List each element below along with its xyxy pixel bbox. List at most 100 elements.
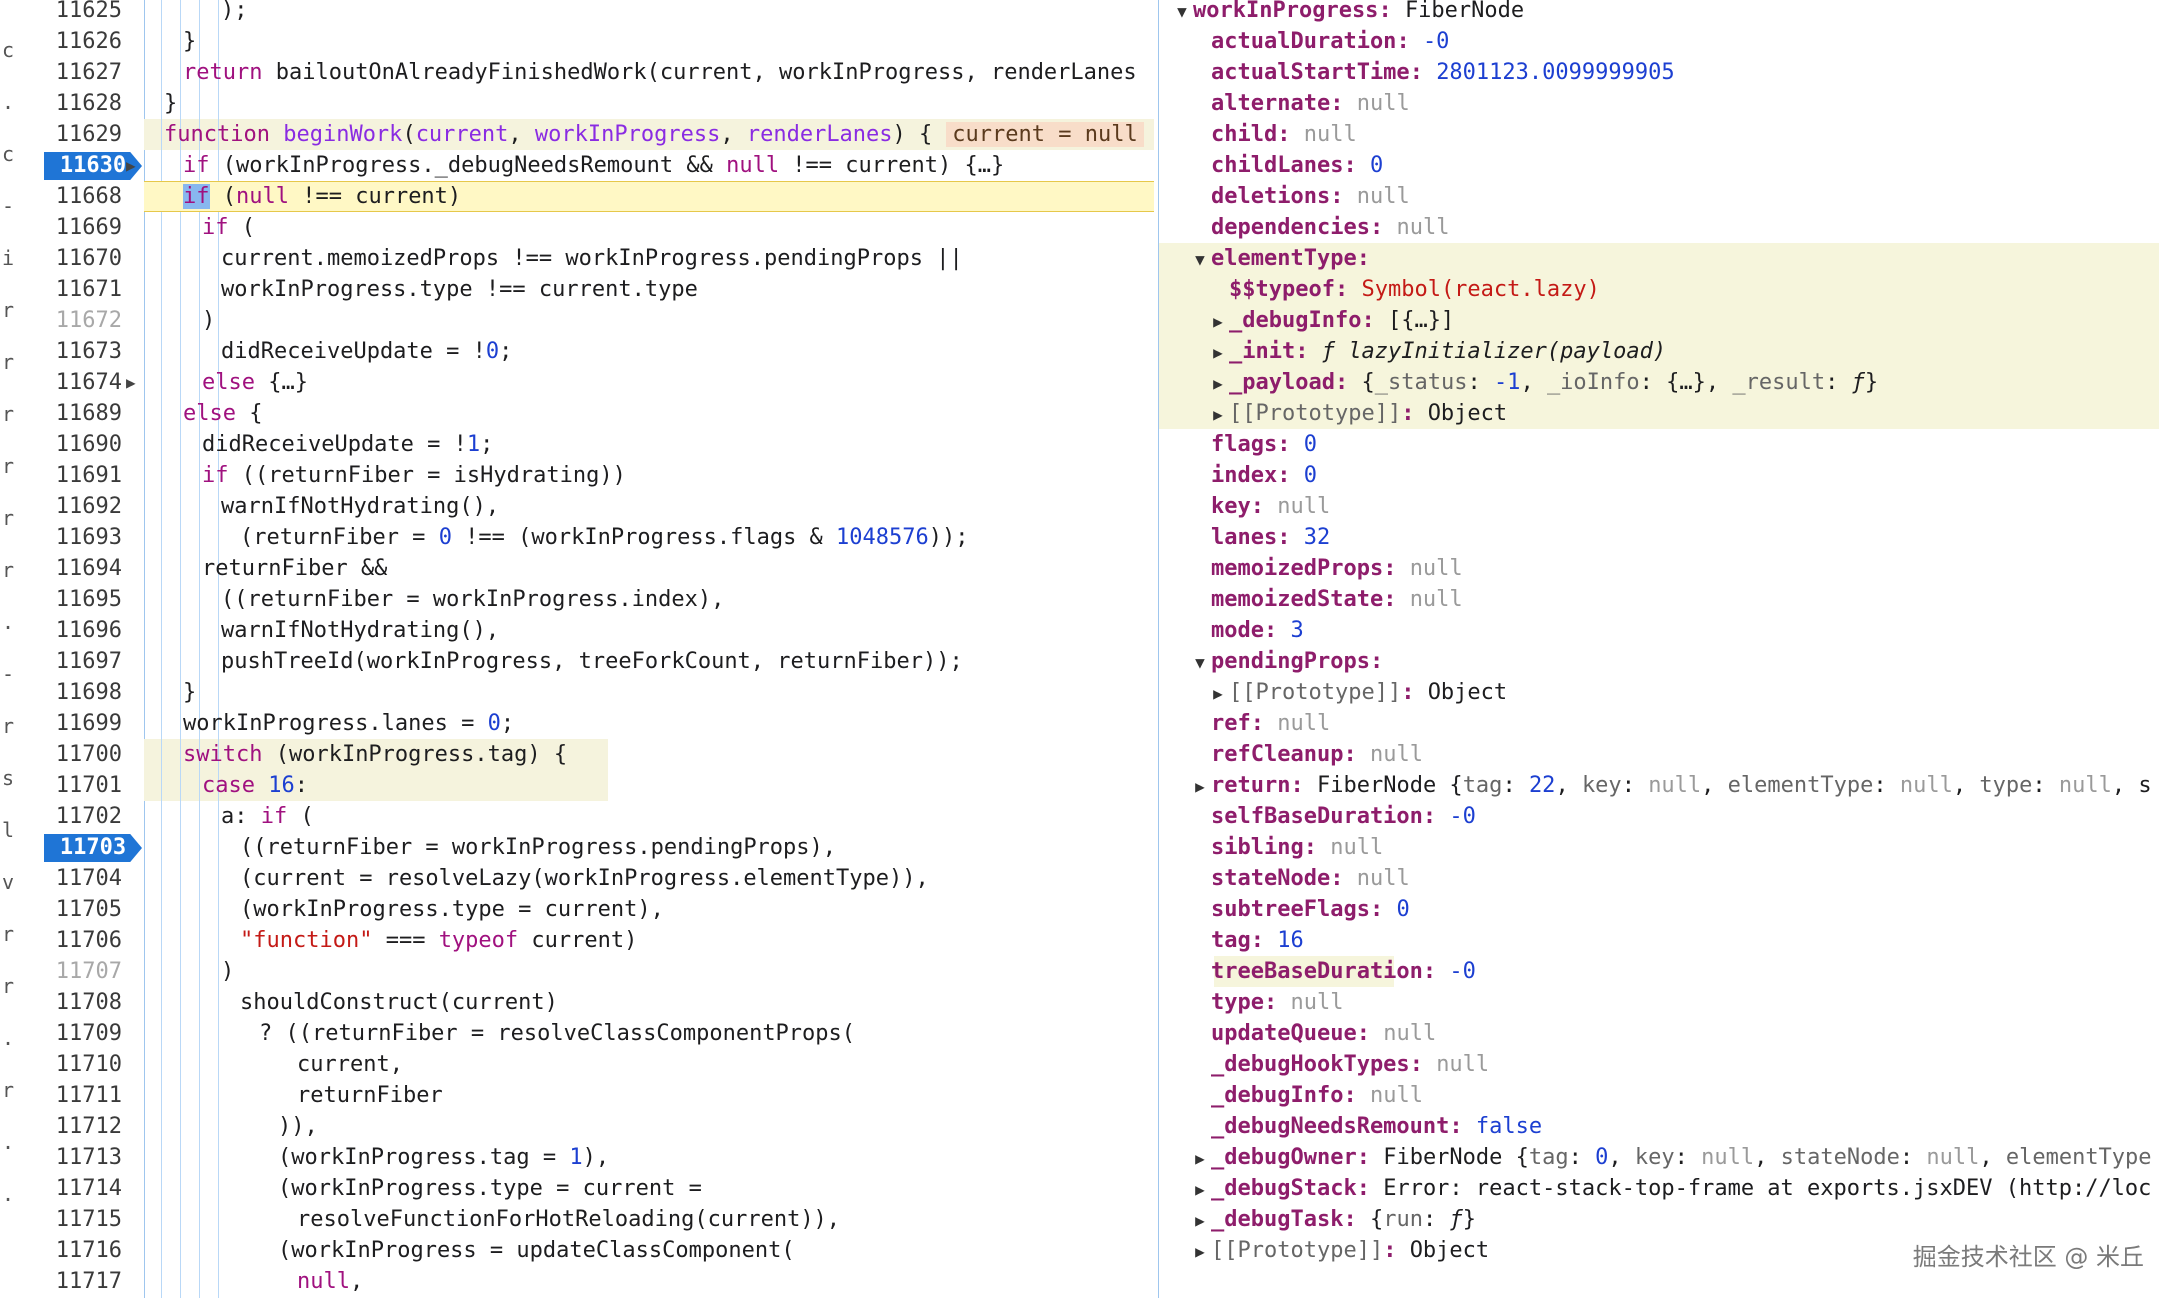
scope-property-row[interactable]: selfBaseDuration: -0 xyxy=(1159,801,2180,832)
line-number[interactable]: 11706 xyxy=(22,925,122,956)
line-number[interactable]: 11711 xyxy=(22,1080,122,1111)
scope-property-row[interactable]: index: 0 xyxy=(1159,460,2180,491)
code-line[interactable]: ) xyxy=(144,305,1154,336)
code-line[interactable]: (current = resolveLazy(workInProgress.el… xyxy=(144,863,1154,894)
line-number[interactable]: 11704 xyxy=(22,863,122,894)
code-line[interactable]: } xyxy=(144,677,1154,708)
line-number[interactable]: 11692 xyxy=(22,491,122,522)
scope-property-row[interactable]: treeBaseDuration: -0 xyxy=(1159,956,2180,987)
scope-property-row[interactable]: ▶ [[Prototype]]: Object xyxy=(1159,677,2180,708)
source-code-editor[interactable]: );} return bailoutOnAlreadyFinishedWork(c… xyxy=(144,0,1154,1298)
expand-right-icon[interactable]: ▶ xyxy=(1189,1205,1211,1236)
code-line[interactable]: } xyxy=(144,26,1154,57)
line-number[interactable]: 11713 xyxy=(22,1142,122,1173)
code-line[interactable]: warnIfNotHydrating(), xyxy=(144,615,1154,646)
fold-toggle-icon[interactable]: ▶ xyxy=(126,150,142,181)
code-line[interactable]: (workInProgress.type = current), xyxy=(144,894,1154,925)
code-line[interactable]: function beginWork(current, workInProgre… xyxy=(144,119,1154,150)
scope-property-row[interactable]: childLanes: 0 xyxy=(1159,150,2180,181)
scope-property-row[interactable]: actualStartTime: 2801123.0099999905 xyxy=(1159,57,2180,88)
scope-property-row[interactable]: type: null xyxy=(1159,987,2180,1018)
scope-property-row[interactable]: ▶ _debugInfo: [{…}] xyxy=(1159,305,2180,336)
scope-property-row[interactable]: ▶ [[Prototype]]: Object xyxy=(1159,398,2180,429)
line-number[interactable]: 11695 xyxy=(22,584,122,615)
line-number[interactable]: 11672 xyxy=(22,305,122,336)
line-number[interactable]: 11629 xyxy=(22,119,122,150)
expand-right-icon[interactable]: ▶ xyxy=(1207,368,1229,399)
line-number[interactable]: 11715 xyxy=(22,1204,122,1235)
line-number[interactable]: 11709 xyxy=(22,1018,122,1049)
scope-property-row[interactable]: subtreeFlags: 0 xyxy=(1159,894,2180,925)
scope-property-row[interactable]: mode: 3 xyxy=(1159,615,2180,646)
line-number[interactable]: 11710 xyxy=(22,1049,122,1080)
scope-property-row[interactable]: alternate: null xyxy=(1159,88,2180,119)
scope-property-row[interactable]: key: null xyxy=(1159,491,2180,522)
scope-property-row[interactable]: ▶ _debugStack: Error: react-stack-top-fra… xyxy=(1159,1173,2180,1204)
scope-property-row[interactable]: updateQueue: null xyxy=(1159,1018,2180,1049)
code-line[interactable]: "function" === typeof current) xyxy=(144,925,1154,956)
code-line[interactable]: )), xyxy=(144,1111,1154,1142)
scope-property-row[interactable]: ▼ pendingProps: xyxy=(1159,646,2180,677)
line-number[interactable]: 11712 xyxy=(22,1111,122,1142)
expand-right-icon[interactable]: ▶ xyxy=(1189,1236,1211,1267)
scope-property-row[interactable]: deletions: null xyxy=(1159,181,2180,212)
scope-property-row[interactable]: ▶ _debugOwner: FiberNode {tag: 0, key: nu… xyxy=(1159,1142,2180,1173)
scope-variables-panel[interactable]: ▼ workInProgress: FiberNode actualDuration… xyxy=(1158,0,2180,1298)
line-number[interactable]: 11696 xyxy=(22,615,122,646)
breakpoint-marker[interactable]: 11703 xyxy=(44,834,142,862)
line-number-gutter[interactable]: 11625 11626 11627 11628 11629 11630 ▶ 11668 1166… xyxy=(22,0,145,1298)
expand-down-icon[interactable]: ▼ xyxy=(1171,0,1193,27)
line-number[interactable]: 11714 xyxy=(22,1173,122,1204)
line-number[interactable]: 11693 xyxy=(22,522,122,553)
code-line[interactable]: (workInProgress.tag = 1), xyxy=(144,1142,1154,1173)
scope-property-row[interactable]: dependencies: null xyxy=(1159,212,2180,243)
code-line[interactable]: } xyxy=(144,88,1154,119)
scope-property-row[interactable]: flags: 0 xyxy=(1159,429,2180,460)
code-line[interactable]: null, xyxy=(144,1266,1154,1297)
scope-property-row[interactable]: $$typeof: Symbol(react.lazy) xyxy=(1159,274,2180,305)
line-number[interactable]: 11717 xyxy=(22,1266,122,1297)
expand-right-icon[interactable]: ▶ xyxy=(1207,678,1229,709)
scope-property-row[interactable]: _debugNeedsRemount: false xyxy=(1159,1111,2180,1142)
scope-property-row[interactable]: tag: 16 xyxy=(1159,925,2180,956)
code-line[interactable]: didReceiveUpdate = !0; xyxy=(144,336,1154,367)
code-line[interactable]: return bailoutOnAlreadyFinishedWork(curr… xyxy=(144,57,1154,88)
expand-right-icon[interactable]: ▶ xyxy=(1207,337,1229,368)
line-number[interactable]: 11701 xyxy=(22,770,122,801)
line-number[interactable]: 11700 xyxy=(22,739,122,770)
line-number[interactable]: 11689 xyxy=(22,398,122,429)
scope-property-row[interactable]: ▼ workInProgress: FiberNode xyxy=(1159,0,2180,26)
code-line[interactable]: if ((returnFiber = isHydrating)) xyxy=(144,460,1154,491)
code-line[interactable]: current, xyxy=(144,1049,1154,1080)
code-line[interactable]: if ( xyxy=(144,212,1154,243)
scope-property-row[interactable]: memoizedState: null xyxy=(1159,584,2180,615)
line-number[interactable]: 11707 xyxy=(22,956,122,987)
code-line[interactable]: pushTreeId(workInProgress, treeForkCount… xyxy=(144,646,1154,677)
scope-property-row[interactable]: _debugInfo: null xyxy=(1159,1080,2180,1111)
paused-execution-line[interactable]: if (null !== current) xyxy=(144,181,1154,212)
line-number[interactable]: 11702 xyxy=(22,801,122,832)
scope-property-row[interactable]: lanes: 32 xyxy=(1159,522,2180,553)
code-line[interactable]: workInProgress.type !== current.type xyxy=(144,274,1154,305)
line-number[interactable]: 11697 xyxy=(22,646,122,677)
expand-right-icon[interactable]: ▶ xyxy=(1207,399,1229,430)
code-line[interactable]: didReceiveUpdate = !1; xyxy=(144,429,1154,460)
code-line[interactable]: a: if ( xyxy=(144,801,1154,832)
code-line[interactable]: ? ((returnFiber = resolveClassComponentP… xyxy=(144,1018,1154,1049)
expand-down-icon[interactable]: ▼ xyxy=(1189,244,1211,275)
code-line[interactable]: else {…} xyxy=(144,367,1154,398)
code-line[interactable]: current.memoizedProps !== workInProgress… xyxy=(144,243,1154,274)
fold-toggle-icon[interactable]: ▶ xyxy=(126,367,142,398)
line-number[interactable]: 11673 xyxy=(22,336,122,367)
line-number[interactable]: 11699 xyxy=(22,708,122,739)
code-line[interactable]: returnFiber && xyxy=(144,553,1154,584)
scope-property-row[interactable]: memoizedProps: null xyxy=(1159,553,2180,584)
expand-right-icon[interactable]: ▶ xyxy=(1189,1143,1211,1174)
code-line[interactable]: warnIfNotHydrating(), xyxy=(144,491,1154,522)
line-number[interactable]: 11671 xyxy=(22,274,122,305)
code-line[interactable]: ((returnFiber = workInProgress.pendingPr… xyxy=(144,832,1154,863)
code-line[interactable]: ) xyxy=(144,956,1154,987)
expand-right-icon[interactable]: ▶ xyxy=(1207,306,1229,337)
scope-property-row[interactable]: refCleanup: null xyxy=(1159,739,2180,770)
scope-property-row[interactable]: ▶ return: FiberNode {tag: 22, key: null, … xyxy=(1159,770,2180,801)
